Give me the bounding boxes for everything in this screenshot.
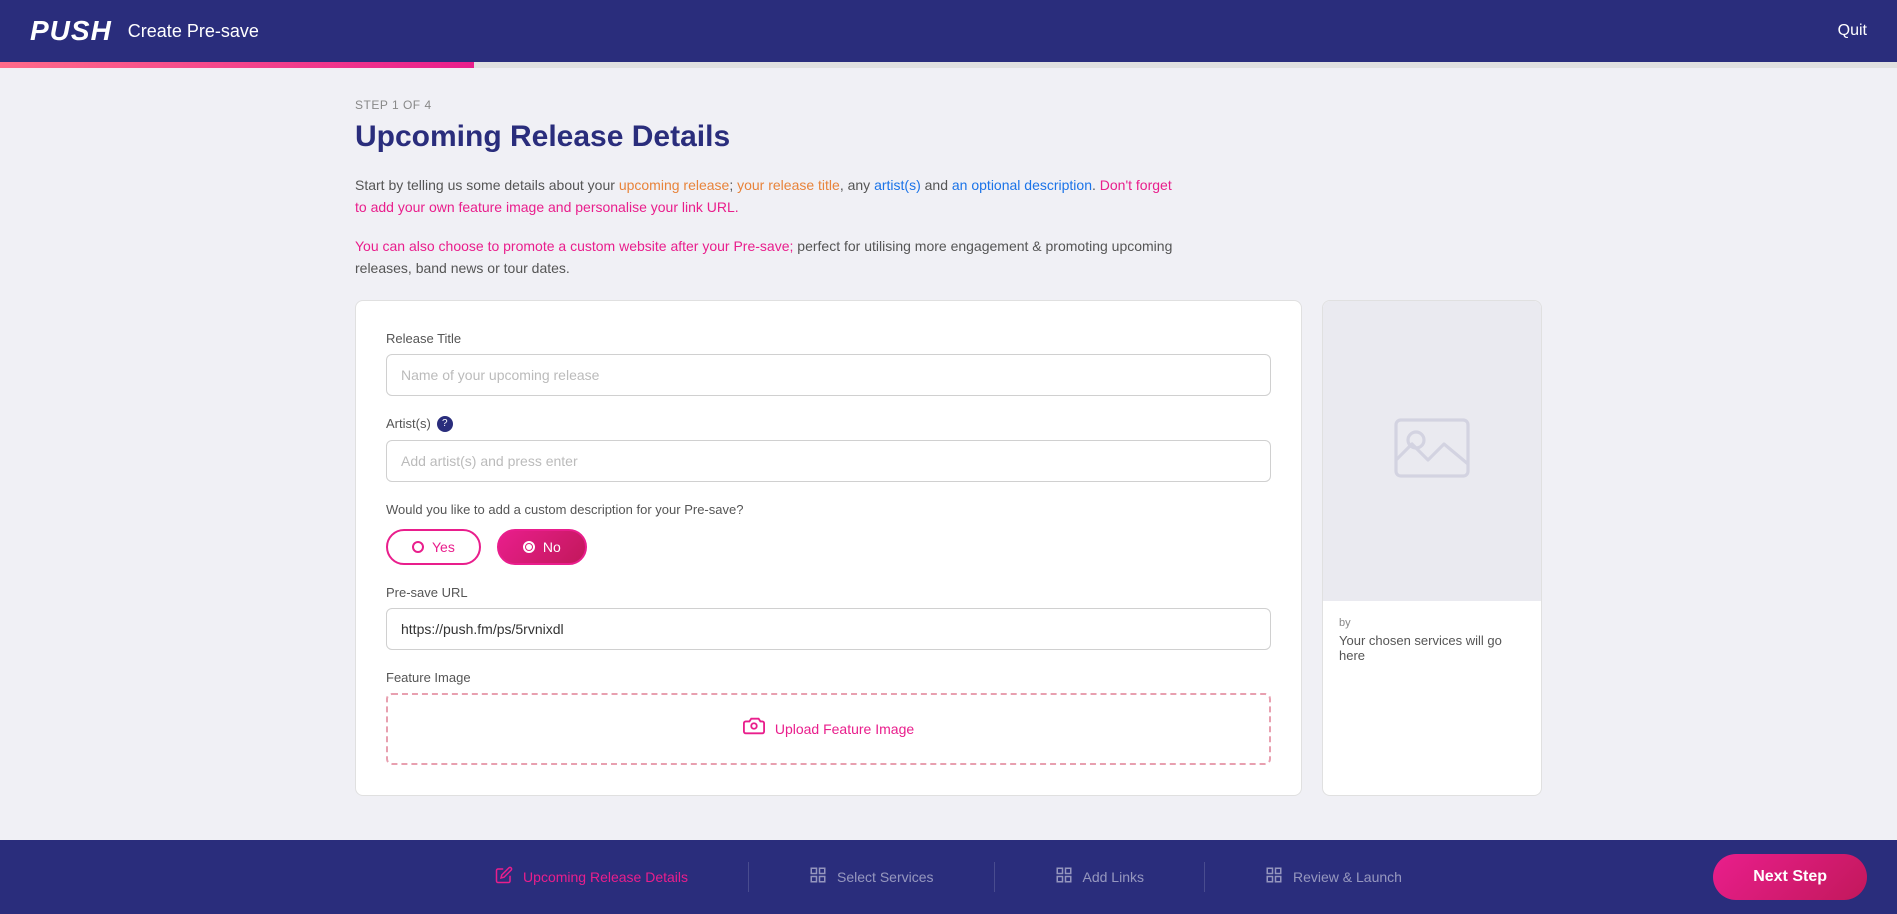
footer-step-select-services[interactable]: Select Services [809, 866, 933, 889]
feature-image-label: Feature Image [386, 670, 1271, 685]
no-radio-button[interactable]: No [497, 529, 587, 565]
upload-area[interactable]: Upload Feature Image [386, 693, 1271, 765]
presave-url-input[interactable] [386, 608, 1271, 650]
artists-input[interactable] [386, 440, 1271, 482]
presave-url-label: Pre-save URL [386, 585, 1271, 600]
edit-icon [495, 866, 513, 889]
footer-step-review-launch[interactable]: Review & Launch [1265, 866, 1402, 889]
preview-services: Your chosen services will go here [1339, 633, 1525, 663]
add-links-icon [1055, 866, 1073, 889]
footer-divider-2 [994, 862, 995, 892]
next-step-button[interactable]: Next Step [1713, 854, 1867, 900]
app-title: Create Pre-save [128, 21, 259, 42]
form-card: Release Title Artist(s) ? Would you like… [355, 300, 1302, 796]
select-services-icon [809, 866, 827, 889]
footer-step-select-services-label: Select Services [837, 869, 933, 885]
main-content: STEP 1 OF 4 Upcoming Release Details Sta… [0, 68, 1897, 896]
review-launch-icon [1265, 866, 1283, 889]
footer-step-upcoming-release-label: Upcoming Release Details [523, 869, 688, 885]
footer-step-review-launch-label: Review & Launch [1293, 869, 1402, 885]
header-left: PUSH Create Pre-save [30, 15, 259, 47]
preview-card: by Your chosen services will go here [1322, 300, 1542, 796]
description-1: Start by telling us some details about y… [355, 174, 1185, 219]
preview-image-placeholder-icon [1392, 408, 1472, 493]
description-question: Would you like to add a custom descripti… [386, 502, 1271, 517]
footer-divider-1 [748, 862, 749, 892]
no-radio-dot [523, 541, 535, 553]
release-title-label: Release Title [386, 331, 1271, 346]
preview-bottom: by Your chosen services will go here [1323, 601, 1541, 795]
footer-divider-3 [1204, 862, 1205, 892]
quit-button[interactable]: Quit [1838, 22, 1867, 40]
step-label: STEP 1 OF 4 [355, 98, 1542, 112]
logo: PUSH [30, 15, 112, 47]
upload-icon [743, 715, 765, 743]
radio-group: Yes No [386, 529, 1271, 565]
page-title: Upcoming Release Details [355, 120, 1542, 154]
yes-radio-button[interactable]: Yes [386, 529, 481, 565]
preview-image-area [1323, 301, 1541, 601]
release-title-input[interactable] [386, 354, 1271, 396]
yes-radio-dot [412, 541, 424, 553]
header: PUSH Create Pre-save Quit [0, 0, 1897, 62]
footer-step-add-links[interactable]: Add Links [1055, 866, 1144, 889]
footer-nav: Upcoming Release Details Select Services… [0, 840, 1897, 914]
footer-step-add-links-label: Add Links [1083, 869, 1144, 885]
artists-label: Artist(s) ? [386, 416, 1271, 432]
footer-step-upcoming-release[interactable]: Upcoming Release Details [495, 866, 688, 889]
form-preview-container: Release Title Artist(s) ? Would you like… [355, 300, 1542, 796]
artists-help-icon[interactable]: ? [437, 416, 453, 432]
upload-label: Upload Feature Image [775, 721, 914, 737]
no-radio-dot-inner [526, 544, 532, 550]
description-2: You can also choose to promote a custom … [355, 235, 1185, 280]
preview-by: by [1339, 617, 1525, 629]
